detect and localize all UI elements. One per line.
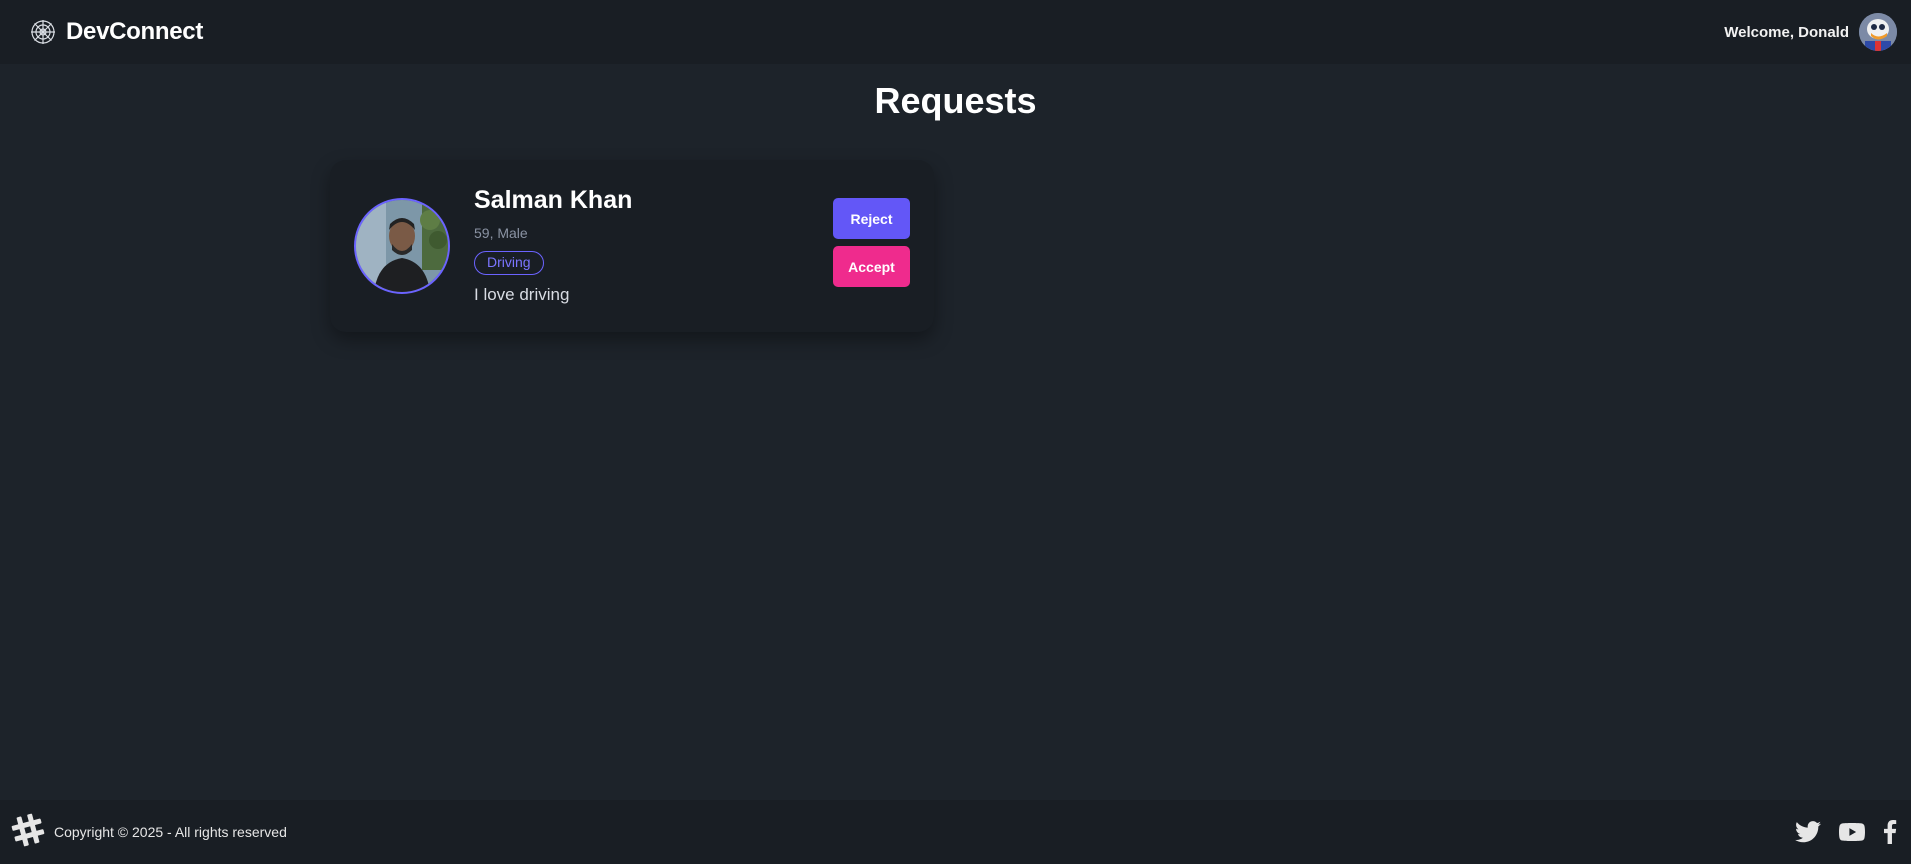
facebook-icon[interactable] xyxy=(1883,820,1897,844)
request-avatar xyxy=(354,198,450,294)
welcome-text: Welcome, Donald xyxy=(1724,23,1849,41)
twitter-icon[interactable] xyxy=(1795,821,1821,843)
request-info: Salman Khan 59, Male Driving I love driv… xyxy=(474,186,632,305)
reject-button[interactable]: Reject xyxy=(833,198,910,239)
user-avatar[interactable] xyxy=(1859,13,1897,51)
user-menu: Welcome, Donald xyxy=(1724,13,1897,51)
web-icon xyxy=(30,19,56,45)
request-name: Salman Khan xyxy=(474,186,633,214)
request-age-gender: 59, Male xyxy=(474,225,528,241)
social-links xyxy=(1795,820,1897,844)
hash-icon xyxy=(10,812,46,853)
skill-badge: Driving xyxy=(474,251,544,275)
navbar: DevConnect Welcome, Donald xyxy=(0,0,1911,64)
brand-name: DevConnect xyxy=(66,18,204,45)
brand-link[interactable]: DevConnect xyxy=(30,18,203,46)
request-card: Salman Khan 59, Male Driving I love driv… xyxy=(330,160,934,332)
youtube-icon[interactable] xyxy=(1839,822,1865,842)
footer-left: Copyright © 2025 - All rights reserved xyxy=(10,812,287,853)
request-about: I love driving xyxy=(474,285,570,304)
accept-button[interactable]: Accept xyxy=(833,246,910,287)
copyright-text: Copyright © 2025 - All rights reserved xyxy=(54,824,287,840)
page-title: Requests xyxy=(874,80,1037,121)
footer: Copyright © 2025 - All rights reserved xyxy=(0,800,1911,864)
